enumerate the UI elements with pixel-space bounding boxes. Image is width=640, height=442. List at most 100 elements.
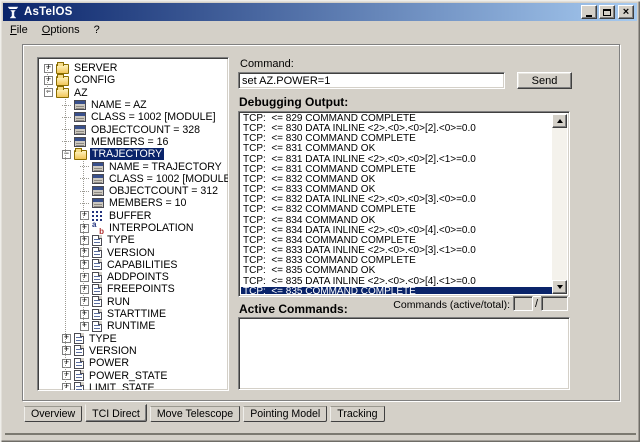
expand-toggle-icon[interactable]: + — [80, 236, 89, 245]
object-tree[interactable]: +SERVER+CONFIG−AZNAME = AZCLASS = 1002 [… — [37, 57, 229, 391]
tree-row[interactable]: + BUFFER — [40, 210, 226, 222]
tree-row[interactable]: + TYPE — [40, 333, 226, 345]
tree-node-label[interactable]: TYPE — [87, 333, 119, 345]
tree-node-label[interactable]: MEMBERS = 10 — [107, 197, 188, 209]
tree-node-label[interactable]: OBJECTCOUNT = 312 — [107, 185, 220, 197]
expand-toggle-icon[interactable]: + — [80, 297, 89, 306]
tree-node-label[interactable]: TYPE — [105, 234, 137, 246]
tree-row[interactable]: CLASS = 1002 [MODULE] — [40, 173, 226, 185]
folder-icon — [56, 76, 69, 86]
tree-node-label[interactable]: ADDPOINTS — [105, 271, 171, 283]
tree-node-label[interactable]: POWER — [87, 357, 131, 369]
tab-move-telescope[interactable]: Move Telescope — [150, 406, 240, 422]
tree-node-label[interactable]: CLASS = 1002 [MODULE] — [89, 111, 218, 123]
tree-node-label[interactable]: POWER_STATE — [87, 370, 169, 382]
tree-row[interactable]: + TYPE — [40, 234, 226, 246]
expand-toggle-icon[interactable]: + — [80, 248, 89, 257]
tree-node-label[interactable]: STARTTIME — [105, 308, 168, 320]
tree-node-label[interactable]: CLASS = 1002 [MODULE] — [107, 173, 229, 185]
tab-overview[interactable]: Overview — [24, 406, 82, 422]
debug-line[interactable]: TCP: <= 835 COMMAND OK — [241, 266, 552, 276]
scroll-down-button[interactable] — [552, 280, 567, 294]
expand-toggle-icon[interactable]: + — [80, 211, 89, 220]
debug-output[interactable]: TCP: <= 829 COMMAND COMPLETETCP: <= 830 … — [238, 111, 570, 297]
tree-row[interactable]: MEMBERS = 10 — [40, 197, 226, 209]
tree-row[interactable]: OBJECTCOUNT = 312 — [40, 185, 226, 197]
expand-toggle-icon[interactable]: + — [80, 224, 89, 233]
tree-row[interactable]: + VERSION — [40, 246, 226, 258]
maximize-button[interactable] — [599, 5, 615, 19]
tab-pointing-model[interactable]: Pointing Model — [243, 406, 327, 422]
tree-node-label[interactable]: CAPABILITIES — [105, 259, 179, 271]
tree-node-label[interactable]: TRAJECTORY — [90, 148, 164, 160]
expand-toggle-icon[interactable]: + — [62, 359, 71, 368]
app-icon[interactable] — [6, 6, 20, 19]
tree-row[interactable]: + STARTTIME — [40, 308, 226, 320]
tree-node-label[interactable]: OBJECTCOUNT = 328 — [89, 124, 202, 136]
expand-toggle-icon[interactable]: + — [80, 273, 89, 282]
tree-row[interactable]: + RUN — [40, 296, 226, 308]
arrow-down-icon — [557, 285, 563, 289]
tree-node-label[interactable]: INTERPOLATION — [107, 222, 196, 234]
tree-row[interactable]: CLASS = 1002 [MODULE] — [40, 111, 226, 123]
tree-row[interactable]: − AZ — [40, 87, 226, 99]
tree-node-label[interactable]: RUNTIME — [105, 320, 157, 332]
collapse-toggle-icon[interactable]: − — [62, 150, 71, 159]
tree-node-label[interactable]: AZ — [72, 87, 90, 99]
tree-row[interactable]: + POWER_STATE — [40, 369, 226, 381]
menubar: FileOptions? — [4, 22, 108, 38]
expand-toggle-icon[interactable]: + — [80, 260, 89, 269]
tree-node-label[interactable]: BUFFER — [107, 210, 153, 222]
tree-row[interactable]: − TRAJECTORY — [40, 148, 226, 160]
expand-toggle-icon[interactable]: + — [80, 310, 89, 319]
tree-row[interactable]: + VERSION — [40, 345, 226, 357]
tree-row[interactable]: + SERVER — [40, 62, 226, 74]
tree-row[interactable]: + ADDPOINTS — [40, 271, 226, 283]
close-button[interactable]: × — [618, 5, 634, 19]
tree-row[interactable]: MEMBERS = 16 — [40, 136, 226, 148]
collapse-toggle-icon[interactable]: − — [44, 88, 53, 97]
tree-row[interactable]: + CONFIG — [40, 74, 226, 86]
tree-node-label[interactable]: NAME = TRAJECTORY — [107, 161, 224, 173]
menu-item-help[interactable]: ? — [88, 23, 106, 37]
debug-line[interactable]: TCP: <= 835 COMMAND COMPLETE — [241, 287, 552, 294]
tree-node-label[interactable]: NAME = AZ — [89, 99, 149, 111]
expand-toggle-icon[interactable]: + — [62, 346, 71, 355]
tree-row[interactable]: + LIMIT_STATE — [40, 382, 226, 391]
tree-node-label[interactable]: CONFIG — [72, 74, 117, 86]
tree-node-label[interactable]: SERVER — [72, 62, 119, 74]
expand-toggle-icon[interactable]: + — [44, 76, 53, 85]
debug-scrollbar[interactable] — [552, 114, 567, 294]
expand-toggle-icon[interactable]: + — [80, 322, 89, 331]
window-titlebar[interactable]: AsTelOS × — [3, 3, 637, 21]
tree-row[interactable]: + INTERPOLATION — [40, 222, 226, 234]
tree-node-label[interactable]: VERSION — [87, 345, 139, 357]
tree-row[interactable]: + FREEPOINTS — [40, 283, 226, 295]
tree-row[interactable]: OBJECTCOUNT = 328 — [40, 123, 226, 135]
command-input[interactable] — [238, 72, 505, 89]
tree-node-label[interactable]: MEMBERS = 16 — [89, 136, 170, 148]
send-button[interactable]: Send — [517, 72, 572, 89]
tree-row[interactable]: NAME = TRAJECTORY — [40, 160, 226, 172]
scroll-up-button[interactable] — [552, 114, 567, 128]
expand-toggle-icon[interactable]: + — [62, 371, 71, 380]
expand-toggle-icon[interactable]: + — [62, 334, 71, 343]
expand-toggle-icon[interactable]: + — [44, 64, 53, 73]
tree-node-label[interactable]: FREEPOINTS — [105, 283, 177, 295]
tree-row[interactable]: + POWER — [40, 357, 226, 369]
tree-node-label[interactable]: VERSION — [105, 247, 157, 259]
menu-item-file[interactable]: File — [4, 23, 34, 37]
tree-row[interactable]: + RUNTIME — [40, 320, 226, 332]
tab-tci-direct[interactable]: TCI Direct — [85, 404, 147, 422]
expand-toggle-icon[interactable]: + — [80, 285, 89, 294]
tree-node-label[interactable]: RUN — [105, 296, 132, 308]
tree-row[interactable]: NAME = AZ — [40, 99, 226, 111]
minimize-button[interactable] — [581, 5, 597, 19]
tab-tracking[interactable]: Tracking — [330, 406, 384, 422]
expand-toggle-icon[interactable]: + — [62, 383, 71, 391]
tree-row[interactable]: + CAPABILITIES — [40, 259, 226, 271]
menu-item-options[interactable]: Options — [36, 23, 86, 37]
tree-node-label[interactable]: LIMIT_STATE — [87, 382, 157, 391]
active-commands-box[interactable] — [238, 317, 570, 390]
document-icon — [74, 382, 84, 391]
